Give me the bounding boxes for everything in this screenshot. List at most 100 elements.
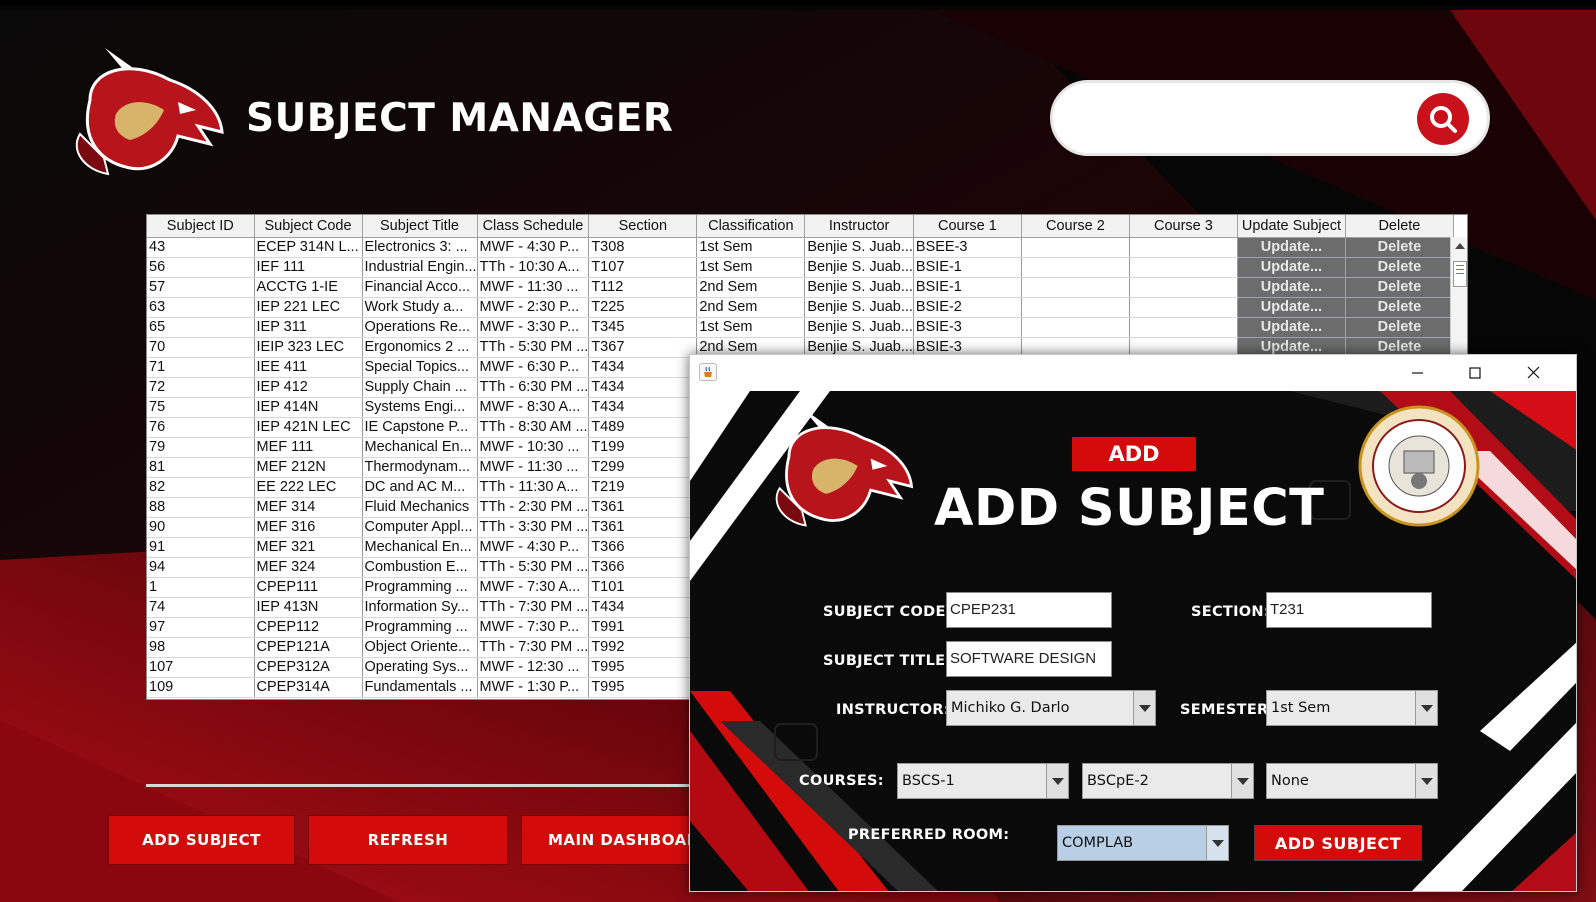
table-row[interactable]: 65 IEP 311 Operations Re... MWF - 3:30 P...…: [147, 317, 1454, 338]
table-row[interactable]: 63 IEP 221 LEC Work Study a... MWF - 2:30 P…: [147, 297, 1454, 318]
subject-title-label: SUBJECT TITLE:: [823, 653, 952, 669]
table-cell: IE Capstone P...: [362, 417, 478, 438]
search-input[interactable]: [1087, 91, 1407, 149]
semester-label: SEMESTER:: [1180, 702, 1275, 718]
subject-code-label: SUBJECT CODE:: [823, 604, 952, 620]
table-cell: MWF - 6:30 P...: [477, 357, 590, 378]
table-cell: MWF - 11:30 ...: [477, 457, 590, 478]
column-header[interactable]: Course 3: [1129, 215, 1238, 238]
minimize-button[interactable]: [1396, 359, 1438, 387]
column-header[interactable]: Section: [588, 215, 698, 238]
column-header[interactable]: Classification: [696, 215, 806, 238]
column-header[interactable]: Subject ID: [147, 215, 255, 238]
table-cell: 97: [147, 617, 255, 638]
subject-code-field[interactable]: CPEP231: [946, 592, 1112, 628]
table-cell: Electronics 3: ...: [362, 237, 478, 258]
close-button[interactable]: [1512, 359, 1554, 387]
column-header[interactable]: Subject Title: [362, 215, 478, 238]
scroll-up-icon[interactable]: [1455, 243, 1465, 249]
table-cell: MWF - 1:30 P...: [477, 677, 590, 698]
dialog-titlebar[interactable]: [690, 355, 1576, 391]
table-cell: Object Oriente...: [362, 637, 478, 658]
table-header: Subject ID Subject Code Subject Title Class…: [147, 215, 1454, 238]
chevron-down-icon[interactable]: [1415, 691, 1437, 725]
table-row[interactable]: 43 ECEP 314N L... Electronics 3: ... MWF - …: [147, 237, 1454, 258]
course-3-select[interactable]: None: [1266, 763, 1438, 799]
table-cell: Mechanical En...: [362, 537, 478, 558]
table-cell: TTh - 8:30 AM ...: [477, 417, 590, 438]
table-cell: T345: [588, 317, 698, 338]
table-row[interactable]: 56 IEF 111 Industrial Engin... TTh - 10:30 …: [147, 257, 1454, 278]
table-cell: 75: [147, 397, 255, 418]
table-cell: T995: [588, 657, 698, 678]
instructor-value: Michiko G. Darlo: [951, 700, 1070, 716]
column-header[interactable]: Course 1: [913, 215, 1022, 238]
column-header[interactable]: Class Schedule: [477, 215, 590, 238]
section-field[interactable]: T231: [1266, 592, 1432, 628]
table-cell: BSIE-1: [913, 257, 1022, 278]
chevron-down-icon[interactable]: [1415, 764, 1437, 798]
table-cell: Mechanical En...: [362, 437, 478, 458]
update-button[interactable]: Update...: [1237, 237, 1346, 258]
table-row[interactable]: 57 ACCTG 1-IE Financial Acco... MWF - 11:30…: [147, 277, 1454, 298]
column-header[interactable]: Course 2: [1021, 215, 1130, 238]
search-button[interactable]: [1417, 93, 1469, 145]
table-cell: BSEE-3: [913, 237, 1022, 258]
course-2-select[interactable]: BSCpE-2: [1082, 763, 1254, 799]
table-cell: Benjie S. Juab...: [804, 277, 914, 298]
scroll-thumb[interactable]: [1453, 261, 1467, 287]
table-cell: T107: [588, 257, 698, 278]
add-subject-button[interactable]: ADD SUBJECT: [108, 815, 295, 865]
table-cell: 81: [147, 457, 255, 478]
subject-title-field[interactable]: SOFTWARE DESIGN: [946, 641, 1112, 677]
table-cell: T361: [588, 517, 698, 538]
column-header[interactable]: Subject Code: [254, 215, 363, 238]
table-cell: T308: [588, 237, 698, 258]
chevron-down-icon[interactable]: [1133, 691, 1155, 725]
table-cell: IEP 221 LEC: [254, 297, 363, 318]
table-cell: BSIE-3: [913, 317, 1022, 338]
chevron-down-icon[interactable]: [1231, 764, 1253, 798]
table-cell: 91: [147, 537, 255, 558]
column-header[interactable]: Delete: [1345, 215, 1454, 238]
column-header[interactable]: Instructor: [804, 215, 914, 238]
delete-button[interactable]: Delete: [1345, 237, 1454, 258]
table-cell: MEF 316: [254, 517, 363, 538]
dragon-logo: [60, 40, 230, 180]
update-button[interactable]: Update...: [1237, 297, 1346, 318]
instructor-select[interactable]: Michiko G. Darlo: [946, 690, 1156, 726]
table-cell: 2nd Sem: [696, 277, 806, 298]
delete-button[interactable]: Delete: [1345, 317, 1454, 338]
table-cell: CPEP112: [254, 617, 363, 638]
maximize-button[interactable]: [1454, 359, 1496, 387]
column-header[interactable]: Update Subject: [1237, 215, 1346, 238]
delete-button[interactable]: Delete: [1345, 297, 1454, 318]
table-cell: MWF - 4:30 P...: [477, 237, 590, 258]
table-cell: BSIE-1: [913, 277, 1022, 298]
update-button[interactable]: Update...: [1237, 257, 1346, 278]
table-cell: [1129, 277, 1238, 298]
table-cell: TTh - 7:30 PM ...: [477, 637, 590, 658]
table-cell: [1129, 257, 1238, 278]
preferred-room-select[interactable]: COMPLAB: [1057, 825, 1229, 861]
refresh-button[interactable]: REFRESH: [308, 815, 508, 865]
table-cell: [1021, 317, 1130, 338]
chevron-down-icon[interactable]: [1046, 764, 1068, 798]
semester-select[interactable]: 1st Sem: [1266, 690, 1438, 726]
dialog-title: ADD SUBJECT: [934, 479, 1325, 538]
table-cell: 1st Sem: [696, 257, 806, 278]
delete-button[interactable]: Delete: [1345, 277, 1454, 298]
chevron-down-icon[interactable]: [1206, 826, 1228, 860]
table-cell: Benjie S. Juab...: [804, 297, 914, 318]
table-cell: Fluid Mechanics: [362, 497, 478, 518]
course-1-select[interactable]: BSCS-1: [897, 763, 1069, 799]
table-cell: T995: [588, 677, 698, 698]
table-cell: 63: [147, 297, 255, 318]
table-cell: T199: [588, 437, 698, 458]
table-cell: T489: [588, 417, 698, 438]
dialog-add-subject-button[interactable]: ADD SUBJECT: [1254, 825, 1422, 861]
delete-button[interactable]: Delete: [1345, 257, 1454, 278]
update-button[interactable]: Update...: [1237, 317, 1346, 338]
table-cell: ECEP 314N L...: [254, 237, 363, 258]
update-button[interactable]: Update...: [1237, 277, 1346, 298]
